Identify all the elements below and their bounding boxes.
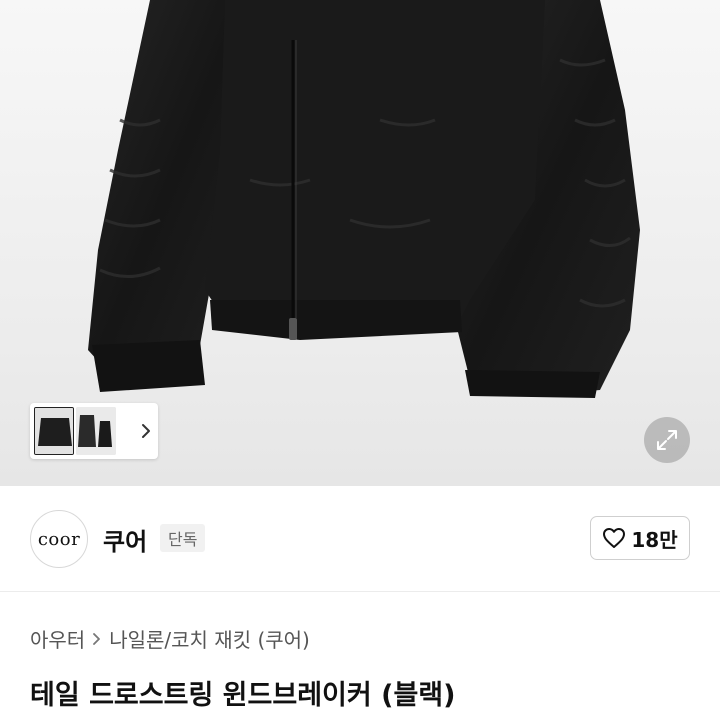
thumbnail-strip	[30, 403, 158, 459]
product-image-gallery[interactable]	[0, 0, 720, 486]
seller-row: coor 쿠어 단독 18만	[0, 486, 720, 592]
breadcrumb-subcategory[interactable]: 나일론/코치 재킷 (쿠어)	[109, 624, 310, 653]
breadcrumb-category[interactable]: 아우터	[30, 624, 85, 653]
seller-avatar-text: coor	[37, 528, 81, 550]
product-title: 테일 드로스트링 윈드브레이커 (블랙)	[30, 680, 456, 711]
chevron-right-icon[interactable]	[136, 417, 156, 445]
thumbnail-2[interactable]	[76, 407, 116, 455]
chevron-right-icon	[92, 632, 102, 646]
seller-avatar[interactable]: coor	[30, 510, 88, 568]
seller-name[interactable]: 쿠어	[103, 522, 147, 557]
breadcrumb: 아우터 나일론/코치 재킷 (쿠어)	[30, 624, 310, 653]
like-button[interactable]: 18만	[590, 516, 690, 560]
like-count: 18만	[631, 527, 678, 552]
expand-image-button[interactable]	[644, 417, 690, 463]
expand-icon	[657, 430, 677, 450]
thumbnail-1[interactable]	[34, 407, 74, 455]
exclusive-badge: 단독	[160, 524, 206, 552]
heart-outline-icon	[603, 528, 626, 548]
